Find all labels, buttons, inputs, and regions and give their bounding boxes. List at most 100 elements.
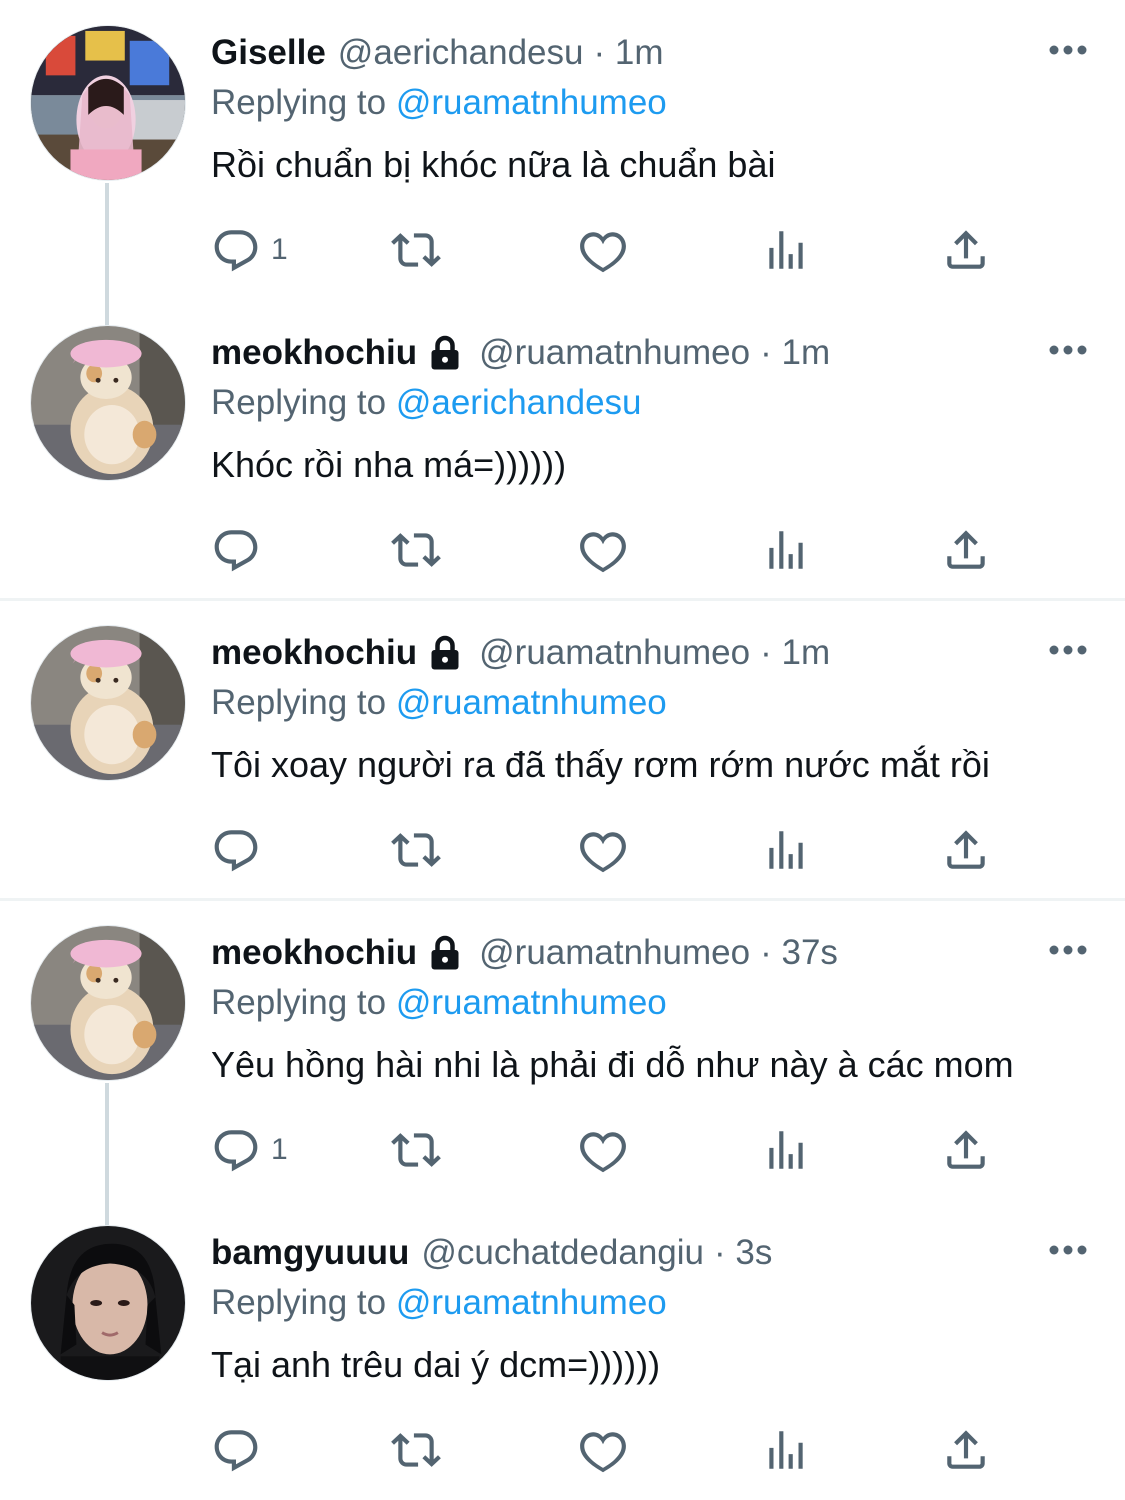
more-button[interactable] — [1046, 28, 1090, 72]
views-button[interactable] — [761, 500, 811, 600]
share-icon — [947, 230, 985, 269]
retweet-icon — [391, 833, 441, 867]
tweet-actions: 1 — [211, 1100, 1001, 1200]
more-button[interactable] — [1046, 328, 1090, 372]
display-name[interactable]: meokhochiu — [211, 630, 417, 676]
tweet-text: Khóc rồi nha má=)))))) — [211, 444, 567, 485]
reply-button[interactable]: 1 — [211, 1100, 288, 1200]
avatar[interactable] — [30, 625, 186, 781]
more-icon — [1049, 1245, 1087, 1255]
views-icon — [769, 531, 803, 569]
display-name[interactable]: meokhochiu — [211, 330, 417, 376]
timestamp[interactable]: · 3s — [714, 1230, 772, 1276]
reply-icon — [214, 1130, 258, 1172]
user-handle[interactable]: @ruamatnhumeo — [479, 630, 750, 676]
replying-to: Replying to @ruamatnhumeo — [211, 680, 667, 726]
retweet-icon — [391, 533, 441, 567]
tweet-actions — [211, 1400, 1001, 1500]
avatar[interactable] — [30, 1225, 186, 1381]
share-button[interactable] — [941, 500, 991, 600]
user-handle[interactable]: @aerichandesu — [338, 30, 584, 76]
tweet-header: Giselle @aerichandesu · 1m — [211, 30, 663, 76]
reply-button[interactable]: 1 — [211, 200, 288, 300]
retweet-button[interactable] — [391, 500, 441, 600]
share-button[interactable] — [941, 1100, 991, 1200]
share-icon — [947, 1130, 985, 1169]
like-icon — [580, 232, 626, 273]
lock-icon — [427, 633, 463, 673]
views-button[interactable] — [761, 200, 811, 300]
replying-to-label: Replying to — [211, 83, 396, 122]
replying-to: Replying to @ruamatnhumeo — [211, 980, 667, 1026]
more-button[interactable] — [1046, 628, 1090, 672]
tweet-header: meokhochiu @ruamatnhumeo · 1m — [211, 330, 830, 376]
share-icon — [947, 830, 985, 869]
display-name[interactable]: meokhochiu — [211, 930, 417, 976]
replying-to-label: Replying to — [211, 983, 396, 1022]
retweet-button[interactable] — [391, 1100, 441, 1200]
views-button[interactable] — [761, 800, 811, 900]
replying-to-handle[interactable]: @ruamatnhumeo — [396, 83, 667, 122]
tweet[interactable]: Giselle @aerichandesu · 1m Replying to @… — [0, 0, 1125, 300]
avatar[interactable] — [30, 325, 186, 481]
views-button[interactable] — [761, 1400, 811, 1500]
reply-count: 1 — [271, 1133, 288, 1166]
share-icon — [947, 1430, 985, 1469]
like-icon — [580, 1432, 626, 1473]
retweet-icon — [391, 1133, 441, 1167]
replying-to-label: Replying to — [211, 383, 396, 422]
user-handle[interactable]: @ruamatnhumeo — [479, 930, 750, 976]
tweet-header: meokhochiu @ruamatnhumeo · 37s — [211, 930, 838, 976]
share-button[interactable] — [941, 1400, 991, 1500]
reply-button[interactable] — [211, 1400, 271, 1500]
timestamp[interactable]: · 37s — [760, 930, 838, 976]
replying-to-handle[interactable]: @ruamatnhumeo — [396, 983, 667, 1022]
reply-button[interactable] — [211, 500, 271, 600]
reply-icon — [214, 1430, 258, 1472]
tweet-actions — [211, 800, 1001, 900]
views-button[interactable] — [761, 1100, 811, 1200]
tweet[interactable]: meokhochiu @ruamatnhumeo · 37s Replying … — [0, 900, 1125, 1200]
like-button[interactable] — [578, 1100, 628, 1200]
user-handle[interactable]: @cuchatdedangiu — [421, 1230, 704, 1276]
replying-to-handle[interactable]: @ruamatnhumeo — [396, 683, 667, 722]
share-button[interactable] — [941, 200, 991, 300]
more-icon — [1049, 645, 1087, 655]
tweet[interactable]: meokhochiu @ruamatnhumeo · 1m Replying t… — [0, 300, 1125, 600]
replying-to-handle[interactable]: @ruamatnhumeo — [396, 1283, 667, 1322]
more-icon — [1049, 345, 1087, 355]
replying-to-label: Replying to — [211, 683, 396, 722]
retweet-button[interactable] — [391, 800, 441, 900]
avatar[interactable] — [30, 925, 186, 1081]
share-button[interactable] — [941, 800, 991, 900]
like-button[interactable] — [578, 500, 628, 600]
tweet-text: Yêu hồng hài nhi là phải đi dỗ như này à… — [211, 1044, 1014, 1085]
like-button[interactable] — [578, 200, 628, 300]
lock-icon — [427, 333, 463, 373]
display-name[interactable]: bamgyuuuu — [211, 1230, 409, 1276]
reply-button[interactable] — [211, 800, 271, 900]
tweet[interactable]: bamgyuuuu @cuchatdedangiu · 3s Replying … — [0, 1200, 1125, 1500]
reply-count: 1 — [271, 233, 288, 266]
more-button[interactable] — [1046, 928, 1090, 972]
like-icon — [580, 532, 626, 573]
avatar-image — [31, 626, 185, 780]
timestamp[interactable]: · 1m — [593, 30, 663, 76]
display-name[interactable]: Giselle — [211, 30, 326, 76]
tweet-header: bamgyuuuu @cuchatdedangiu · 3s — [211, 1230, 772, 1276]
user-handle[interactable]: @ruamatnhumeo — [479, 330, 750, 376]
retweet-icon — [391, 1433, 441, 1467]
views-icon — [769, 831, 803, 869]
retweet-button[interactable] — [391, 200, 441, 300]
tweet[interactable]: meokhochiu @ruamatnhumeo · 1m Replying t… — [0, 600, 1125, 900]
replying-to-handle[interactable]: @aerichandesu — [396, 383, 642, 422]
timestamp[interactable]: · 1m — [760, 630, 830, 676]
retweet-icon — [391, 233, 441, 267]
like-button[interactable] — [578, 1400, 628, 1500]
retweet-button[interactable] — [391, 1400, 441, 1500]
like-button[interactable] — [578, 800, 628, 900]
timestamp[interactable]: · 1m — [760, 330, 830, 376]
avatar[interactable] — [30, 25, 186, 181]
avatar-image — [31, 326, 185, 480]
more-button[interactable] — [1046, 1228, 1090, 1272]
